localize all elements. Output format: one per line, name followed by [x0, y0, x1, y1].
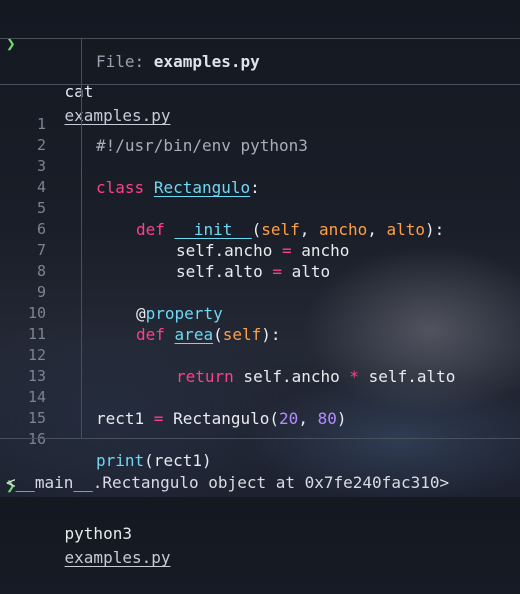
- prompt-chevron-icon: ❯: [6, 34, 16, 53]
- line-number: 16: [27, 430, 46, 448]
- code-line: 4: [0, 156, 520, 196]
- code-line: 14 rect1 = Rectangulo(20, 80): [0, 366, 520, 428]
- code-line: 9 @property: [0, 261, 520, 323]
- top-divider: [0, 38, 520, 39]
- code-line: 3 class Rectangulo:: [0, 135, 520, 197]
- header-divider: [0, 84, 520, 85]
- header-gutter-divider: [81, 38, 82, 84]
- code-line: 15: [0, 387, 520, 427]
- code-line: 16 print(rect1): [0, 408, 520, 470]
- code-line: 1 #!/usr/bin/env python3: [0, 93, 520, 155]
- file-header-label: File:: [96, 52, 154, 71]
- code-line: 12 return self.ancho * self.alto: [0, 324, 520, 386]
- file-path-link[interactable]: examples.py: [65, 548, 171, 567]
- code-line: 11: [0, 303, 520, 343]
- prompt-line-1: ❯ cat examples.py: [0, 8, 520, 125]
- code-line: 8: [0, 240, 520, 280]
- code-line: 10 def area(self):: [0, 282, 520, 344]
- code-line: 2: [0, 114, 520, 154]
- file-header: File: examples.py: [96, 50, 260, 74]
- code-line: 7 self.alto = alto: [0, 219, 520, 281]
- file-header-name: examples.py: [153, 52, 260, 71]
- bottom-divider: [0, 438, 520, 439]
- code-line: 5 def __init__(self, ancho, alto):: [0, 177, 520, 239]
- program-output: <__main__.Rectangulo object at 0x7fe240f…: [6, 473, 450, 492]
- code-line: 6 self.ancho = ancho: [0, 198, 520, 260]
- command-name: python3: [64, 524, 132, 543]
- code-line: 13: [0, 345, 520, 385]
